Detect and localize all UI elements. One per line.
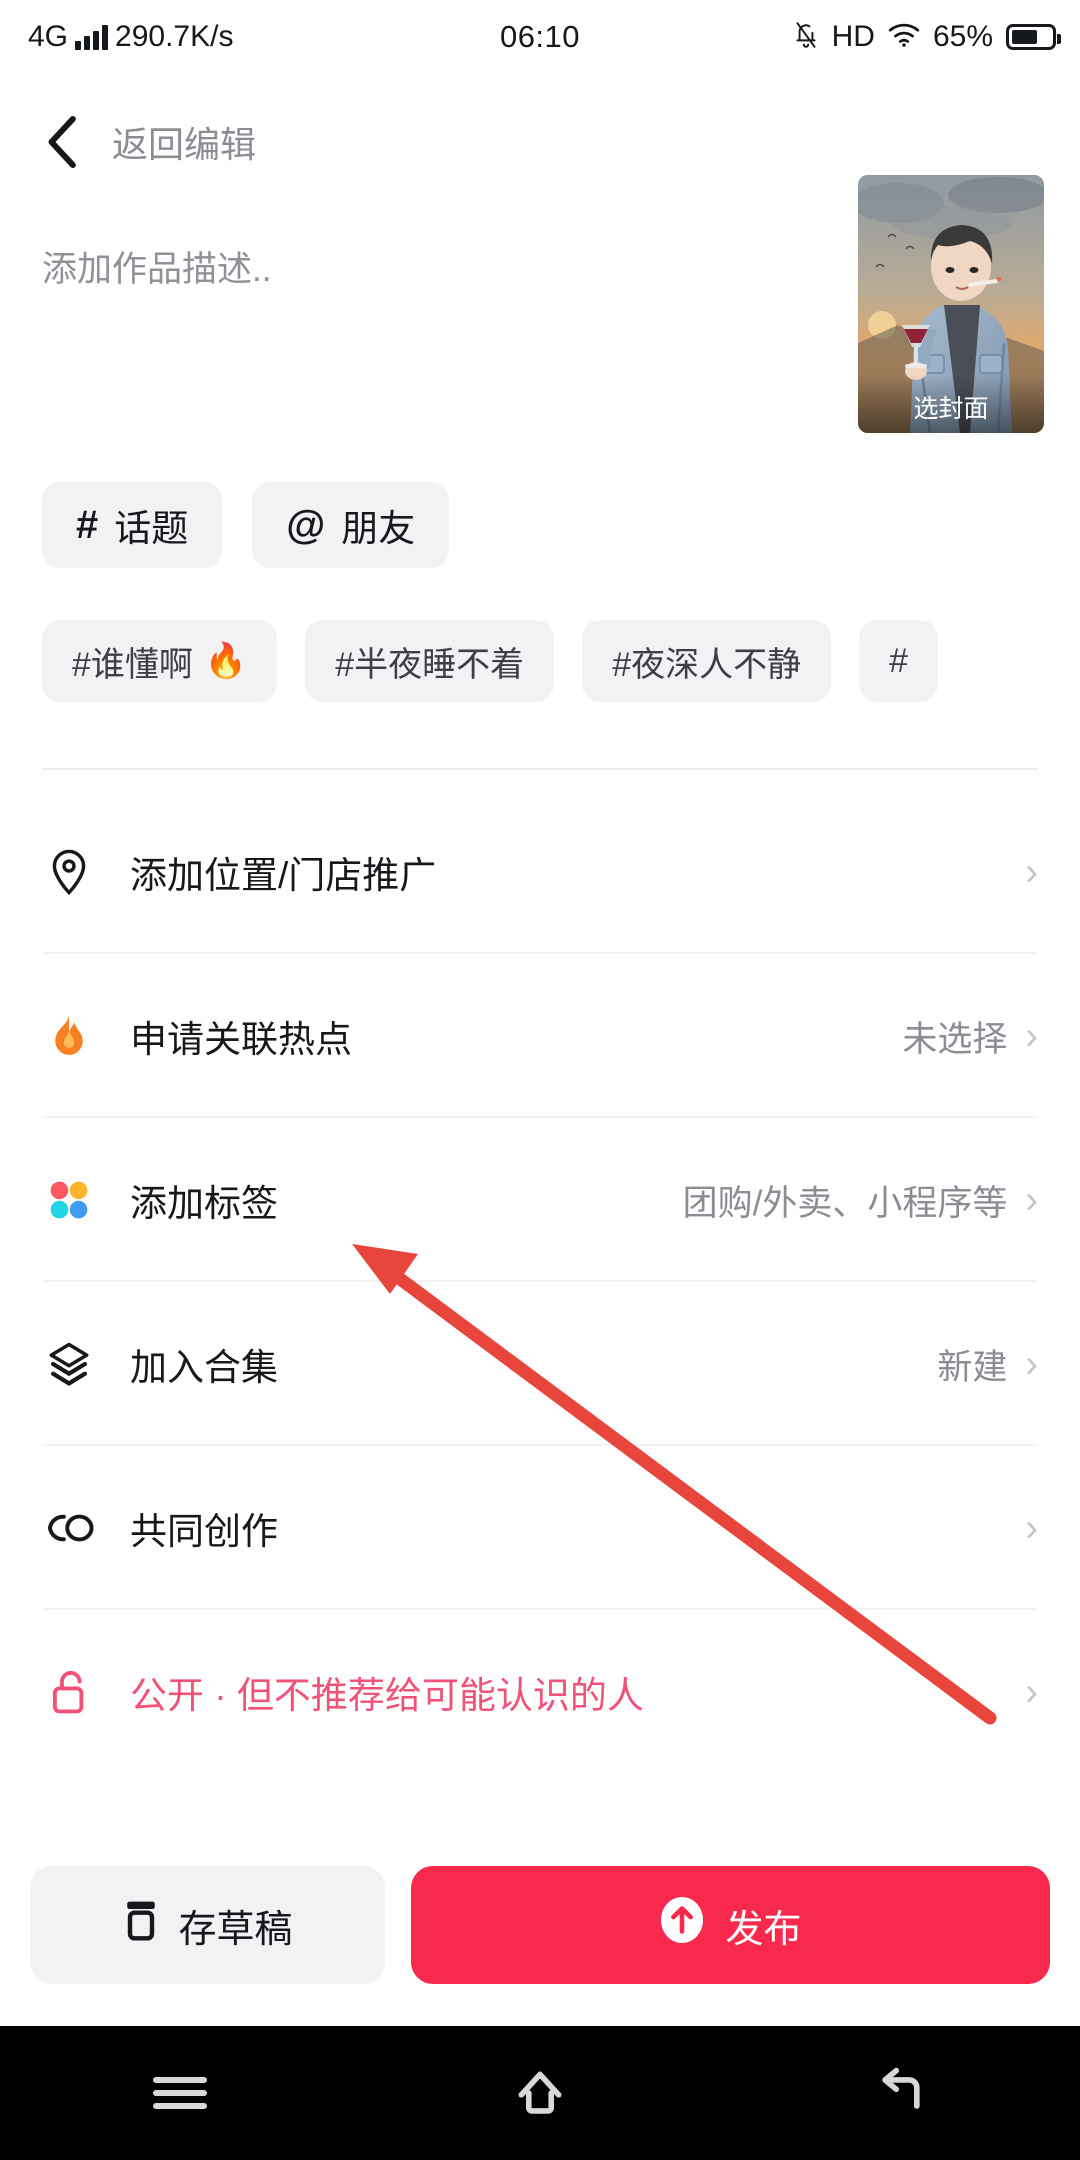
chevron-left-icon[interactable]	[40, 115, 86, 169]
option-label: 申请关联热点	[130, 1019, 352, 1060]
option-value: 新建	[937, 1347, 1008, 1387]
option-right: ›	[1007, 853, 1038, 891]
suggested-topic-label: #半夜睡不着	[335, 645, 525, 684]
topic-chip-label: 话题	[114, 508, 189, 549]
option-value: 团购/外卖、小程序等	[682, 1183, 1008, 1223]
upload-arrow-icon	[659, 1895, 705, 1955]
topic-chip[interactable]: # 话题	[42, 482, 223, 568]
option-label: 共同创作	[130, 1511, 278, 1552]
section-divider	[42, 768, 1038, 770]
option-row-add-tag[interactable]: 添加标签 团购/外卖、小程序等 ›	[0, 1118, 1080, 1282]
option-row-location[interactable]: 添加位置/门店推广 ›	[0, 790, 1080, 954]
draft-box-icon	[122, 1898, 160, 1952]
option-right: ›	[1007, 1673, 1038, 1711]
mute-icon	[793, 20, 819, 55]
suggested-topic-label: #谁懂啊	[72, 645, 193, 684]
chevron-right-icon: ›	[1025, 851, 1038, 893]
cover-label: 选封面	[858, 375, 1044, 433]
option-right: 未选择 ›	[902, 1011, 1038, 1062]
unlock-icon	[42, 1669, 96, 1715]
option-right: 团购/外卖、小程序等 ›	[683, 1175, 1038, 1226]
menu-icon[interactable]	[120, 2053, 240, 2133]
friend-chip-label: 朋友	[341, 508, 416, 549]
insert-chip-row: # 话题 @ 朋友	[42, 482, 450, 568]
co-create-icon	[42, 1508, 96, 1548]
suggested-topic-label: #	[889, 641, 909, 680]
location-pin-icon	[42, 848, 96, 896]
option-row-collection[interactable]: 加入合集 新建 ›	[0, 1282, 1080, 1446]
suggested-topic-chip[interactable]: #夜深人不静	[582, 620, 832, 702]
option-label: 添加位置/门店推广	[130, 855, 437, 896]
save-draft-button[interactable]: 存草稿	[30, 1866, 385, 1984]
option-right: ›	[1007, 1509, 1038, 1547]
flame-emoji-icon: 🔥	[204, 642, 248, 680]
app-screen: 4G 290.7K/s 06:10 HD 65% 返回编辑 添加作品描述.. 选…	[0, 0, 1080, 2160]
at-icon: @	[286, 502, 326, 547]
suggested-topics-row[interactable]: #谁懂啊 🔥 #半夜睡不着 #夜深人不静 #	[42, 620, 1080, 702]
layers-icon	[42, 1341, 96, 1387]
battery-icon	[1006, 24, 1061, 50]
battery-percent-label: 65%	[932, 20, 993, 53]
chevron-right-icon: ›	[1025, 1671, 1038, 1713]
chevron-right-icon: ›	[1025, 1507, 1038, 1549]
android-navigation-bar	[0, 2026, 1080, 2160]
chevron-right-icon: ›	[1025, 1343, 1038, 1385]
friend-chip[interactable]: @ 朋友	[252, 482, 450, 568]
option-row-privacy[interactable]: 公开 · 但不推荐给可能认识的人 ›	[0, 1610, 1080, 1774]
flame-icon	[42, 1012, 96, 1060]
wifi-icon	[888, 22, 920, 53]
option-label: 添加标签	[130, 1183, 278, 1224]
options-list: 添加位置/门店推广 › 申请关联热点 未选择 › 添加标签 团购/外卖、小程序等…	[0, 790, 1080, 1774]
description-input[interactable]: 添加作品描述..	[42, 246, 542, 293]
description-placeholder: 添加作品描述..	[42, 250, 272, 289]
publish-label: 发布	[725, 1908, 802, 1951]
back-icon[interactable]	[840, 2053, 960, 2133]
publish-button[interactable]: 发布	[411, 1866, 1050, 1984]
option-value: 未选择	[902, 1019, 1008, 1059]
four-dots-icon	[42, 1177, 96, 1223]
home-icon[interactable]	[480, 2053, 600, 2133]
status-bar: 4G 290.7K/s 06:10 HD 65%	[0, 0, 1080, 74]
hd-label: HD	[831, 20, 875, 53]
clock-label: 06:10	[499, 19, 581, 54]
option-row-hotspot[interactable]: 申请关联热点 未选择 ›	[0, 954, 1080, 1118]
back-to-edit-button[interactable]: 返回编辑	[112, 116, 256, 168]
suggested-topic-chip[interactable]: #半夜睡不着	[305, 620, 555, 702]
chevron-right-icon: ›	[1025, 1179, 1038, 1221]
suggested-topic-label: #夜深人不静	[612, 645, 802, 684]
option-right: 新建 ›	[937, 1339, 1038, 1390]
hash-icon: #	[76, 502, 99, 547]
option-label: 公开 · 但不推荐给可能认识的人	[130, 1675, 644, 1716]
status-bar-right: HD 65%	[793, 20, 1061, 55]
option-row-cocreate[interactable]: 共同创作 ›	[0, 1446, 1080, 1610]
cover-thumbnail[interactable]: 选封面	[858, 175, 1044, 433]
bottom-action-bar: 存草稿 发布	[0, 1850, 1080, 2000]
option-label: 加入合集	[130, 1347, 278, 1388]
suggested-topic-chip[interactable]: #	[859, 620, 939, 702]
chevron-right-icon: ›	[1025, 1015, 1038, 1057]
suggested-topic-chip[interactable]: #谁懂啊 🔥	[42, 620, 278, 702]
save-draft-label: 存草稿	[178, 1908, 293, 1951]
